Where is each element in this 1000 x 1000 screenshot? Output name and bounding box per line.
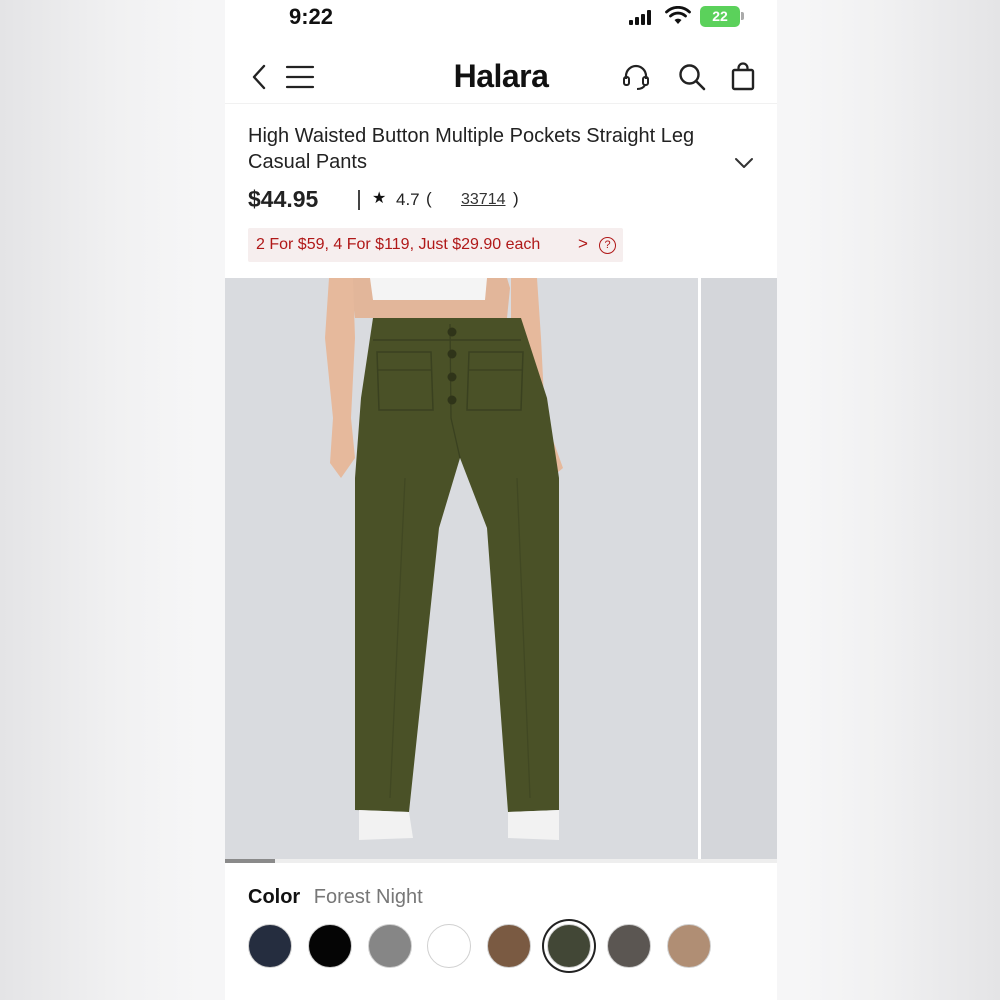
app-screen: 9:22 22 Halara High Waisted Button Multi… <box>225 0 777 1000</box>
product-title: High Waisted Button Multiple Pockets Str… <box>248 125 695 173</box>
selected-color-name: Forest Night <box>313 886 423 908</box>
color-swatch[interactable] <box>547 924 591 968</box>
pants-illustration <box>325 278 563 840</box>
color-row: Color Forest Night <box>248 886 423 909</box>
carousel-progress-fill <box>225 859 275 863</box>
app-header: Halara <box>225 44 777 104</box>
paren-close: ) <box>513 189 519 208</box>
next-product-photo[interactable] <box>698 278 777 860</box>
carousel-progress <box>225 859 777 863</box>
rating-value: 4.7 <box>396 190 420 209</box>
color-label: Color <box>248 886 301 908</box>
product-price: $44.95 <box>248 186 319 212</box>
price-rating-row: $44.95 ★ 4.7 ( 33714 ) <box>248 186 748 216</box>
battery-tip <box>741 12 744 20</box>
chevron-right-icon: > <box>578 234 588 253</box>
status-time: 9:22 <box>289 4 334 29</box>
promo-text: 2 For $59, 4 For $119, Just $29.90 each <box>256 236 541 253</box>
cellular-signal-icon <box>629 9 659 25</box>
color-swatch[interactable] <box>487 924 532 968</box>
color-swatch[interactable] <box>606 924 651 968</box>
color-swatch[interactable] <box>307 924 352 968</box>
product-photo[interactable] <box>225 278 695 860</box>
help-icon[interactable]: ? <box>599 237 616 254</box>
search-icon[interactable] <box>677 62 707 92</box>
color-swatch[interactable] <box>367 924 412 968</box>
battery-level: 22 <box>700 6 740 27</box>
wifi-icon <box>665 6 691 24</box>
shopping-bag-icon[interactable] <box>728 62 758 92</box>
paren-open: ( <box>426 189 432 208</box>
reviews-count-link[interactable]: 33714 <box>461 191 506 209</box>
product-image-carousel[interactable] <box>225 278 777 860</box>
headset-icon[interactable] <box>621 62 651 92</box>
color-swatch[interactable] <box>427 924 472 968</box>
star-icon: ★ <box>372 190 387 207</box>
promo-banner[interactable]: 2 For $59, 4 For $119, Just $29.90 each … <box>248 228 623 262</box>
color-swatches <box>248 924 758 968</box>
color-swatch[interactable] <box>248 924 292 968</box>
chevron-down-icon[interactable] <box>733 152 755 174</box>
divider <box>358 190 360 210</box>
color-swatch[interactable] <box>666 924 711 968</box>
status-bar: 9:22 22 <box>225 0 777 36</box>
